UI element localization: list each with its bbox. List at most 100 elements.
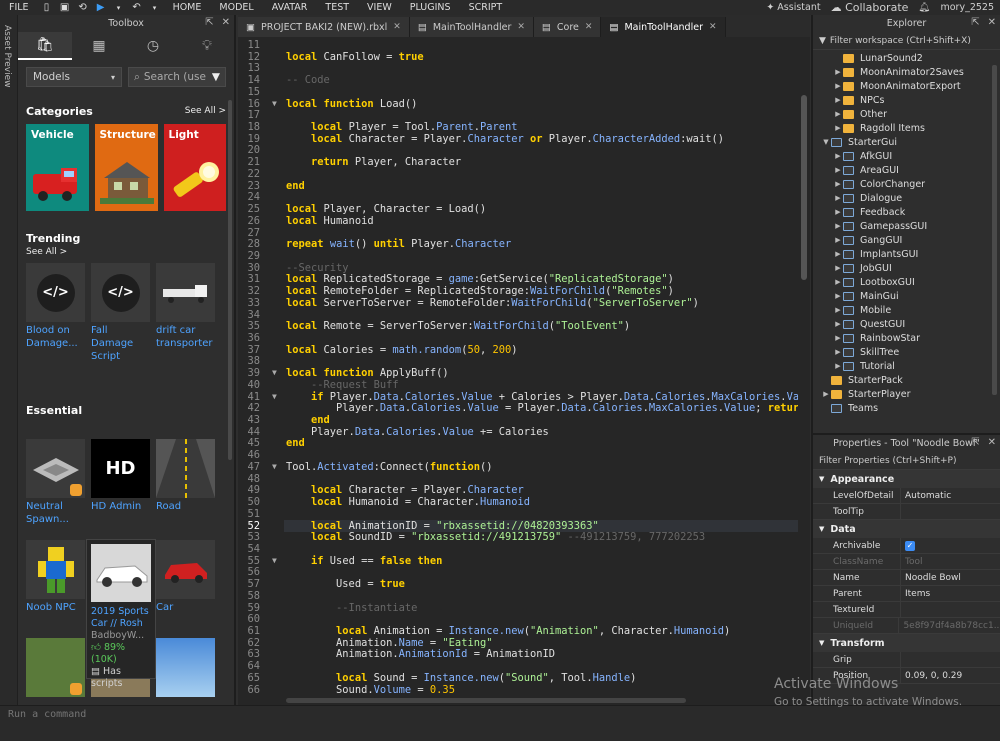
code-line[interactable]: local Player, Character = Load()	[286, 203, 486, 215]
undo-dropdown-icon[interactable]: ▾	[149, 2, 161, 13]
expand-arrow-icon[interactable]: ▶	[833, 306, 843, 314]
menu-plugins[interactable]: PLUGINS	[401, 2, 460, 13]
expand-arrow-icon[interactable]: ▶	[833, 166, 843, 174]
essential-item-noob-npc[interactable]: Noob NPC	[26, 540, 85, 614]
expand-arrow-icon[interactable]: ▶	[833, 110, 843, 118]
essential-item-skybox[interactable]	[156, 638, 215, 699]
code-line[interactable]: if Player.Data.Calories.Value + Calories…	[286, 391, 798, 403]
play-icon[interactable]: ▶	[95, 2, 107, 13]
tree-item[interactable]: Teams	[813, 401, 1000, 415]
expand-arrow-icon[interactable]: ▶	[833, 208, 843, 216]
editor-horizontal-scrollbar[interactable]	[286, 698, 686, 703]
property-group-header[interactable]: ▼ Appearance	[813, 470, 1000, 488]
tree-item[interactable]: ▶ StarterPlayer	[813, 387, 1000, 401]
trending-see-all-link[interactable]: See All >	[18, 247, 234, 257]
expand-arrow-icon[interactable]: ▶	[833, 250, 843, 258]
tree-item[interactable]: ▶ MoonAnimatorExport	[813, 79, 1000, 93]
menu-file[interactable]: FILE	[0, 2, 38, 13]
essential-item-road[interactable]: Road	[156, 439, 215, 526]
code-line[interactable]: Animation.AnimationId = AnimationID	[286, 648, 555, 660]
essential-item-hd-admin[interactable]: HD HD Admin	[91, 439, 150, 526]
expand-arrow-icon[interactable]: ▶	[833, 152, 843, 160]
code-line[interactable]: Player.Data.Calories.Value += Calories	[286, 426, 549, 438]
collapse-arrow-icon[interactable]: ▼	[819, 525, 824, 533]
expand-arrow-icon[interactable]: ▼	[821, 138, 831, 146]
code-line[interactable]: local RemoteFolder = ReplicatedStorage:W…	[286, 285, 674, 297]
collapse-arrow-icon[interactable]: ▼	[819, 639, 824, 647]
undock-icon[interactable]: ⇱	[971, 437, 979, 448]
tree-item[interactable]: ▶ LootboxGUI	[813, 275, 1000, 289]
menu-test[interactable]: TEST	[316, 2, 358, 13]
property-value[interactable]: Items	[901, 589, 930, 599]
asset-preview-tab[interactable]: Asset Preview	[0, 15, 18, 705]
tab-place-file[interactable]: ▣ PROJECT BAKI2 (NEW).rbxl ✕	[238, 17, 410, 37]
expand-arrow-icon[interactable]: ▶	[833, 68, 843, 76]
menu-home[interactable]: HOME	[164, 2, 211, 13]
code-line[interactable]: local Character = Player.Character	[286, 484, 524, 496]
trending-item-fall-damage-script[interactable]: </> Fall Damage Script	[91, 263, 150, 363]
expand-arrow-icon[interactable]: ▶	[833, 124, 843, 132]
expand-arrow-icon[interactable]: ▶	[833, 194, 843, 202]
tree-item[interactable]: ▶ JobGUI	[813, 261, 1000, 275]
tree-item[interactable]: ▶ ColorChanger	[813, 177, 1000, 191]
filter-icon[interactable]: ▼	[212, 71, 220, 83]
assistant-button[interactable]: ✦ Assistant	[766, 2, 820, 13]
explorer-scrollbar[interactable]	[992, 65, 997, 395]
close-tab-icon[interactable]: ✕	[709, 22, 717, 32]
fold-toggle-icon[interactable]: ▼	[272, 462, 277, 471]
code-line[interactable]: if Used == false then	[286, 555, 442, 567]
expand-arrow-icon[interactable]: ▶	[833, 96, 843, 104]
code-line[interactable]: local Humanoid	[286, 215, 374, 227]
code-line[interactable]: end	[286, 437, 305, 449]
code-line[interactable]: --Instantiate	[286, 602, 417, 614]
tree-item[interactable]: ▶ Ragdoll Items	[813, 121, 1000, 135]
command-input[interactable]	[8, 707, 768, 721]
tree-item[interactable]: ▼ StarterGui	[813, 135, 1000, 149]
code-line[interactable]: local function Load()	[286, 98, 417, 110]
property-value[interactable]: Noodle Bowl	[901, 573, 961, 583]
tab-maintoolhandler-1[interactable]: ▤ MainToolHandler ✕	[409, 17, 534, 37]
expand-arrow-icon[interactable]: ▶	[833, 292, 843, 300]
tab-marketplace[interactable]: 🛍︎	[18, 32, 72, 60]
code-line[interactable]: local CanFollow = true	[286, 51, 424, 63]
tree-item[interactable]: ▶ MoonAnimator2Saves	[813, 65, 1000, 79]
expand-arrow-icon[interactable]: ▶	[821, 390, 831, 398]
editor-vertical-scrollbar[interactable]	[801, 95, 807, 280]
code-line[interactable]: local Animation = Instance.new("Animatio…	[286, 625, 730, 637]
undock-icon[interactable]: ⇱	[205, 17, 213, 28]
close-icon[interactable]: ✕	[222, 17, 230, 28]
explorer-filter-input[interactable]: ▼ Filter workspace (Ctrl+Shift+X)	[813, 32, 1000, 50]
code-line[interactable]: -- Code	[286, 74, 330, 86]
close-tab-icon[interactable]: ✕	[393, 22, 401, 32]
expand-arrow-icon[interactable]: ▶	[833, 222, 843, 230]
expand-arrow-icon[interactable]: ▶	[833, 320, 843, 328]
tree-item[interactable]: ▶ Feedback	[813, 205, 1000, 219]
essential-item-car[interactable]: Car	[156, 540, 215, 614]
code-line[interactable]: Tool.Activated:Connect(function()	[286, 461, 492, 473]
category-vehicle[interactable]: Vehicle	[26, 124, 89, 211]
trending-item-drift-car-transporter[interactable]: drift car transporter	[156, 263, 215, 363]
code-line[interactable]: local Humanoid = Character.Humanoid	[286, 496, 530, 508]
tree-item[interactable]: ▶ ImplantsGUI	[813, 247, 1000, 261]
code-line[interactable]: local Calories = math.random(50, 200)	[286, 344, 518, 356]
tree-item[interactable]: LunarSound2	[813, 51, 1000, 65]
tree-item[interactable]: StarterPack	[813, 373, 1000, 387]
properties-filter-input[interactable]: Filter Properties (Ctrl+Shift+P)	[813, 452, 1000, 470]
fold-toggle-icon[interactable]: ▼	[272, 99, 277, 108]
tree-item[interactable]: ▶ Tutorial	[813, 359, 1000, 373]
code-line[interactable]: --Request Buff	[286, 379, 399, 391]
property-group-header[interactable]: ▼ Data	[813, 520, 1000, 538]
tree-item[interactable]: ▶ QuestGUI	[813, 317, 1000, 331]
essential-item-neutral-spawn[interactable]: Neutral Spawn...	[26, 439, 85, 526]
expand-arrow-icon[interactable]: ▶	[833, 180, 843, 188]
tree-item[interactable]: ▶ SkillTree	[813, 345, 1000, 359]
code-line[interactable]: end	[286, 414, 330, 426]
code-line[interactable]: Used = true	[286, 578, 405, 590]
property-group-header[interactable]: ▼ Transform	[813, 634, 1000, 652]
code-line[interactable]: local Character = Player.Character or Pl…	[286, 133, 724, 145]
tree-item[interactable]: ▶ AfkGUI	[813, 149, 1000, 163]
code-line[interactable]: return Player, Character	[286, 156, 461, 168]
categories-see-all-link[interactable]: See All >	[185, 106, 226, 116]
expand-arrow-icon[interactable]: ▶	[833, 278, 843, 286]
save-icon[interactable]: ▣	[59, 2, 71, 13]
